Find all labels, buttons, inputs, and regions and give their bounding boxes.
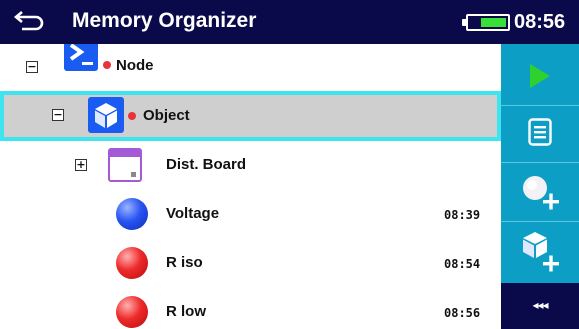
measurement-time: 08:56 xyxy=(444,306,481,320)
action-sidebar: ◂◂◂ xyxy=(501,44,579,329)
blue-test-ball-icon xyxy=(116,198,148,230)
red-test-ball-icon xyxy=(116,296,148,328)
add-structure-button[interactable] xyxy=(501,224,579,280)
toggle-symbol: + xyxy=(76,158,86,171)
back-button[interactable] xyxy=(12,6,46,36)
collapse-toggle[interactable]: − xyxy=(52,109,64,121)
red-test-ball-icon xyxy=(116,247,148,279)
distribution-board-icon xyxy=(108,148,142,182)
tree-item-label: Node xyxy=(116,57,154,74)
measurement-time: 08:54 xyxy=(444,257,481,271)
divider xyxy=(501,221,579,222)
add-measurement-icon xyxy=(523,176,559,210)
title-bar: Memory Organizer 08:56 xyxy=(0,0,579,44)
measurement-time: 08:39 xyxy=(444,208,481,222)
tree-item-label: Dist. Board xyxy=(166,156,247,173)
object-cube-icon xyxy=(88,97,124,133)
tree-item-object[interactable]: − Object xyxy=(0,91,501,141)
tree-item-label: R iso xyxy=(166,254,203,271)
start-test-icon xyxy=(530,64,550,88)
battery-tip xyxy=(462,19,466,26)
tree-item-r-low[interactable]: R low 08:56 xyxy=(0,288,501,329)
collapse-arrows-icon: ◂◂◂ xyxy=(532,298,548,312)
marker-dot xyxy=(103,61,111,69)
tree-item-label: Voltage xyxy=(166,205,220,222)
tree-item-label: R low xyxy=(166,303,206,320)
divider xyxy=(501,162,579,163)
expand-toggle[interactable]: + xyxy=(75,159,87,171)
collapse-sidebar-button[interactable]: ◂◂◂ xyxy=(501,283,579,329)
add-structure-icon xyxy=(523,232,559,272)
toggle-symbol: − xyxy=(27,60,37,73)
memory-tree: − Node − Object + Dist. Board Voltage 08… xyxy=(0,44,501,329)
back-arrow-icon xyxy=(13,11,44,31)
battery-icon xyxy=(462,14,510,31)
battery-level xyxy=(481,18,506,27)
list-details-button[interactable] xyxy=(501,106,579,162)
node-terminal-icon xyxy=(64,44,98,71)
page-title: Memory Organizer xyxy=(72,9,257,32)
toggle-symbol: − xyxy=(53,108,63,121)
tree-item-dist-board[interactable]: + Dist. Board xyxy=(0,142,501,190)
tree-item-label: Object xyxy=(143,107,190,124)
add-measurement-button[interactable] xyxy=(501,164,579,220)
list-details-icon xyxy=(528,118,552,146)
marker-dot xyxy=(128,112,136,120)
tree-item-r-iso[interactable]: R iso 08:54 xyxy=(0,239,501,287)
start-test-button[interactable] xyxy=(501,48,579,104)
clock: 08:56 xyxy=(514,11,566,33)
tree-item-voltage[interactable]: Voltage 08:39 xyxy=(0,190,501,238)
tree-item-node[interactable]: − Node xyxy=(0,44,501,92)
collapse-toggle[interactable]: − xyxy=(26,61,38,73)
